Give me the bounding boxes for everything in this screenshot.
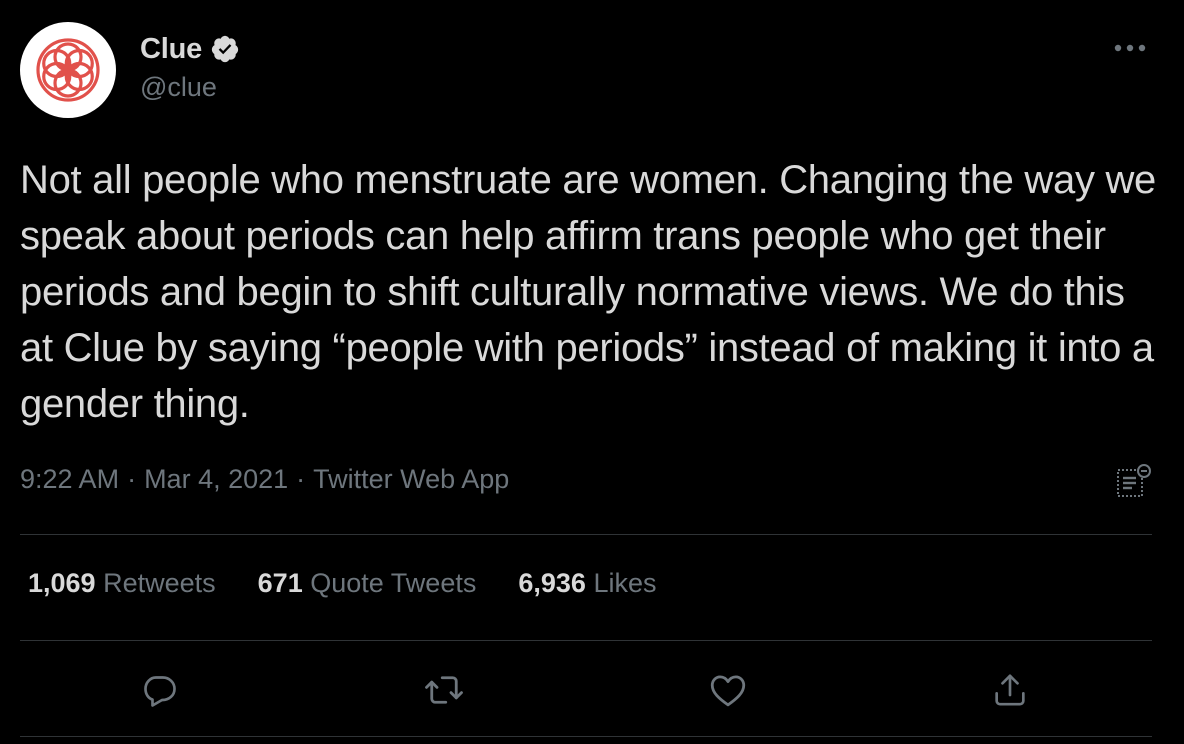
share-button[interactable] (982, 662, 1038, 718)
tweet-stats: 1,069 Retweets 671 Quote Tweets 6,936 Li… (28, 568, 698, 599)
author-name-row: Clue (140, 30, 240, 68)
clue-flower-logo-icon (36, 38, 100, 102)
share-icon (995, 674, 1025, 706)
retweet-button[interactable] (416, 662, 472, 718)
like-button[interactable] (700, 662, 756, 718)
divider (20, 736, 1152, 737)
likes-label: Likes (593, 568, 657, 598)
reply-button[interactable] (132, 662, 188, 718)
author-display-name[interactable]: Clue (140, 33, 202, 66)
verified-badge-icon (211, 35, 239, 63)
tweet-source[interactable]: Twitter Web App (313, 464, 509, 495)
quote-tweets-label: Quote Tweets (310, 568, 477, 598)
tweet-date[interactable]: Mar 4, 2021 (144, 464, 288, 495)
divider (20, 640, 1152, 641)
divider (20, 534, 1152, 535)
more-options-button[interactable] (1112, 30, 1148, 66)
retweet-icon (425, 676, 463, 704)
tweet-action-bar (0, 662, 1184, 718)
quote-tweets-count: 671 (257, 568, 303, 598)
meta-separator: · (127, 464, 137, 494)
likes-count: 6,936 (518, 568, 586, 598)
likes-stat[interactable]: 6,936 Likes (518, 568, 656, 599)
retweets-stat[interactable]: 1,069 Retweets (28, 568, 216, 599)
author-handle[interactable]: @clue (140, 72, 217, 103)
avatar[interactable] (20, 22, 116, 118)
reply-icon (144, 676, 176, 707)
retweets-count: 1,069 (28, 568, 96, 598)
tweet-detail: Clue @clue Not all people who menstruate… (0, 0, 1184, 744)
analytics-icon[interactable] (1114, 462, 1154, 502)
tweet-time[interactable]: 9:22 AM (20, 464, 119, 495)
quote-tweets-stat[interactable]: 671 Quote Tweets (258, 568, 477, 599)
retweets-label: Retweets (103, 568, 216, 598)
more-horizontal-icon (1114, 44, 1146, 52)
tweet-metadata: 9:22 AM · Mar 4, 2021 · Twitter Web App (20, 464, 509, 495)
heart-icon (710, 675, 746, 707)
tweet-text: Not all people who menstruate are women.… (20, 158, 1167, 426)
meta-separator: · (296, 464, 306, 494)
